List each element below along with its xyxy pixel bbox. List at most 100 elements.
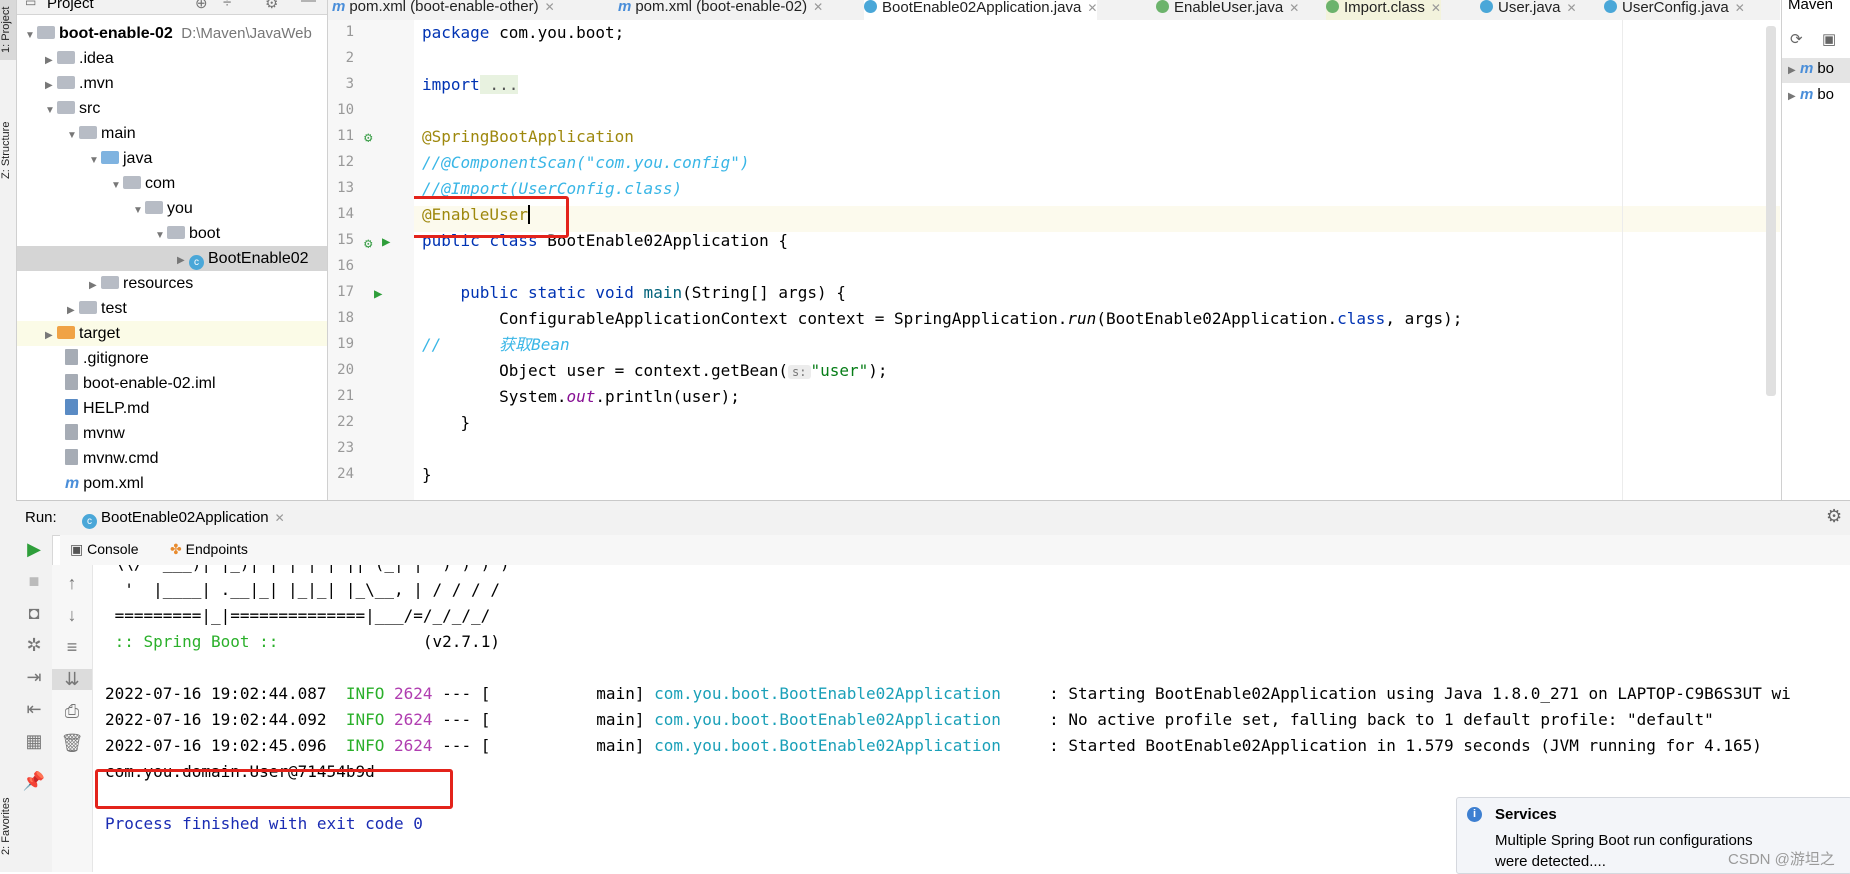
markdown-icon: [65, 399, 78, 415]
close-icon[interactable]: ✕: [1431, 1, 1441, 15]
endpoints-icon: ✤: [170, 541, 182, 557]
console-toolbar: ↑ ↓ ≡ ⇊ ⎙ 🗑: [52, 565, 93, 872]
locate-icon[interactable]: ⊕: [195, 0, 208, 12]
print-icon[interactable]: ⎙: [52, 701, 92, 722]
tree-item-idea[interactable]: ▶ .idea: [17, 46, 327, 71]
layout-icon[interactable]: ▦: [16, 731, 52, 752]
editor-scrollbar[interactable]: [1766, 26, 1776, 396]
code-line-12: //@ComponentScan("com.you.config"): [422, 153, 750, 172]
line-number: 16: [337, 258, 354, 274]
soft-wrap-icon[interactable]: ≡: [52, 637, 92, 658]
minimize-icon[interactable]: —: [301, 0, 316, 9]
run-gutter-icon[interactable]: ▶: [374, 286, 382, 302]
tab-import-class[interactable]: Import.class ✕: [1326, 0, 1441, 20]
close-icon[interactable]: ✕: [275, 511, 285, 525]
maven-panel-title[interactable]: Maven: [1788, 0, 1833, 13]
arrow-up-icon[interactable]: ↑: [52, 573, 92, 594]
tab-enableuser[interactable]: EnableUser.java ✕: [1156, 0, 1299, 20]
close-icon[interactable]: ✕: [813, 0, 823, 14]
favorites-tool-tab[interactable]: 2: Favorites: [0, 780, 16, 872]
line-number: 14: [337, 206, 354, 222]
arrow-down-icon[interactable]: ↓: [52, 605, 92, 626]
tree-item-main[interactable]: ▼ main: [17, 121, 327, 146]
tab-user-java[interactable]: User.java ✕: [1480, 0, 1577, 20]
line-number: 11: [337, 128, 354, 144]
close-icon[interactable]: ✕: [1735, 1, 1745, 15]
close-icon[interactable]: ✕: [1289, 1, 1299, 15]
reload-icon[interactable]: ⟳: [1790, 30, 1803, 48]
line-number: 20: [337, 362, 354, 378]
maven-icon: m: [618, 0, 632, 15]
info-icon: i: [1467, 807, 1482, 822]
tree-item-target[interactable]: ▶ target: [17, 321, 327, 346]
line-number: 1: [345, 24, 354, 40]
spring-bean-icon[interactable]: ⚙: [364, 236, 372, 252]
tree-item-gitignore[interactable]: .gitignore: [17, 346, 327, 371]
tab-pom-boot-enable-other[interactable]: m pom.xml (boot-enable-other) ✕: [332, 0, 555, 20]
tree-item-java[interactable]: ▼ java: [17, 146, 327, 171]
tab-console[interactable]: ▣ Console: [70, 541, 139, 558]
notification-text[interactable]: were detected....: [1495, 853, 1606, 870]
tree-item-resources[interactable]: ▶ resources: [17, 271, 327, 296]
code-line-24: }: [422, 465, 432, 484]
folder-icon: [79, 126, 97, 139]
maven-project-item[interactable]: ▶ m bo: [1788, 86, 1834, 103]
tab-bootenable02application[interactable]: BootEnable02Application.java ✕: [864, 0, 1098, 20]
maven-panel: Maven ⟳ ▣ ▶ m bo ▶ m bo: [1781, 0, 1850, 500]
exit-icon[interactable]: ⇤: [16, 699, 52, 720]
tree-item-com[interactable]: ▼ com: [17, 171, 327, 196]
project-tool-tab[interactable]: 1: Project: [0, 0, 16, 60]
tree-item-boot[interactable]: ▼ boot: [17, 221, 327, 246]
rerun-icon[interactable]: ▶: [16, 539, 52, 560]
folder-icon: [57, 51, 75, 64]
gear-icon[interactable]: ⚙: [1826, 506, 1842, 527]
close-icon[interactable]: ✕: [545, 0, 555, 14]
maven-project-item[interactable]: ▶ m bo: [1788, 60, 1834, 77]
add-project-icon[interactable]: ▣: [1822, 30, 1836, 48]
spring-bean-icon[interactable]: ⚙: [364, 130, 372, 146]
tree-root-path: D:\Maven\JavaWeb: [181, 25, 312, 42]
scroll-to-end-icon[interactable]: ⇊: [52, 669, 92, 690]
tree-item-src[interactable]: ▼ src: [17, 96, 327, 121]
close-icon[interactable]: ✕: [1567, 1, 1577, 15]
tree-item-iml[interactable]: boot-enable-02.iml: [17, 371, 327, 396]
code-line-1: package com.you.boot;: [422, 23, 625, 42]
camera-icon[interactable]: ◘: [16, 603, 52, 624]
tree-item-pom-xml[interactable]: m pom.xml: [17, 471, 327, 496]
tab-endpoints[interactable]: ✤ Endpoints: [170, 541, 248, 558]
debug-icon[interactable]: ✲: [16, 635, 52, 656]
line-number: 2: [345, 50, 354, 66]
tree-item-label: boot: [189, 225, 221, 242]
code-editor[interactable]: package com.you.boot; import ... @Spring…: [414, 20, 1780, 500]
tree-item-label: main: [101, 125, 136, 142]
java-class-icon: c: [189, 255, 204, 270]
run-config-tab[interactable]: c BootEnable02Application ✕: [82, 509, 285, 529]
tab-pom-boot-enable-02[interactable]: m pom.xml (boot-enable-02) ✕: [618, 0, 823, 20]
stop-icon[interactable]: ■: [16, 571, 52, 592]
trash-icon[interactable]: 🗑: [52, 733, 92, 754]
tree-item-bootenable02application[interactable]: ▶ c BootEnable02: [17, 246, 327, 271]
tree-item-mvnw[interactable]: mvnw: [17, 421, 327, 446]
pin-icon[interactable]: 📌: [16, 771, 52, 792]
run-gutter-icon[interactable]: ▶: [382, 234, 390, 250]
project-panel-title[interactable]: Project: [47, 0, 94, 12]
console-tab-label: Console: [87, 541, 139, 557]
tab-userconfig-java[interactable]: UserConfig.java ✕: [1604, 0, 1745, 20]
gear-icon[interactable]: ⚙: [265, 0, 278, 12]
tree-item-label: boot-enable-02.iml: [83, 375, 216, 392]
line-number: 10: [337, 102, 354, 118]
import-icon[interactable]: ⇥: [16, 667, 52, 688]
tree-item-mvn[interactable]: ▶ .mvn: [17, 71, 327, 96]
tree-item-root[interactable]: ▼ boot-enable-02 D:\Maven\JavaWeb: [17, 21, 327, 46]
tree-item-test[interactable]: ▶ test: [17, 296, 327, 321]
line-number: 23: [337, 440, 354, 456]
tab-label: UserConfig.java: [1622, 0, 1729, 16]
tree-item-mvnw-cmd[interactable]: mvnw.cmd: [17, 446, 327, 471]
tree-item-you[interactable]: ▼ you: [17, 196, 327, 221]
project-icon: ▭: [25, 0, 37, 9]
close-icon[interactable]: ✕: [1087, 1, 1097, 15]
collapse-icon[interactable]: ÷: [223, 0, 231, 11]
line-number: 24: [337, 466, 354, 482]
tree-item-help-md[interactable]: HELP.md: [17, 396, 327, 421]
structure-tool-tab[interactable]: Z: Structure: [0, 100, 16, 200]
